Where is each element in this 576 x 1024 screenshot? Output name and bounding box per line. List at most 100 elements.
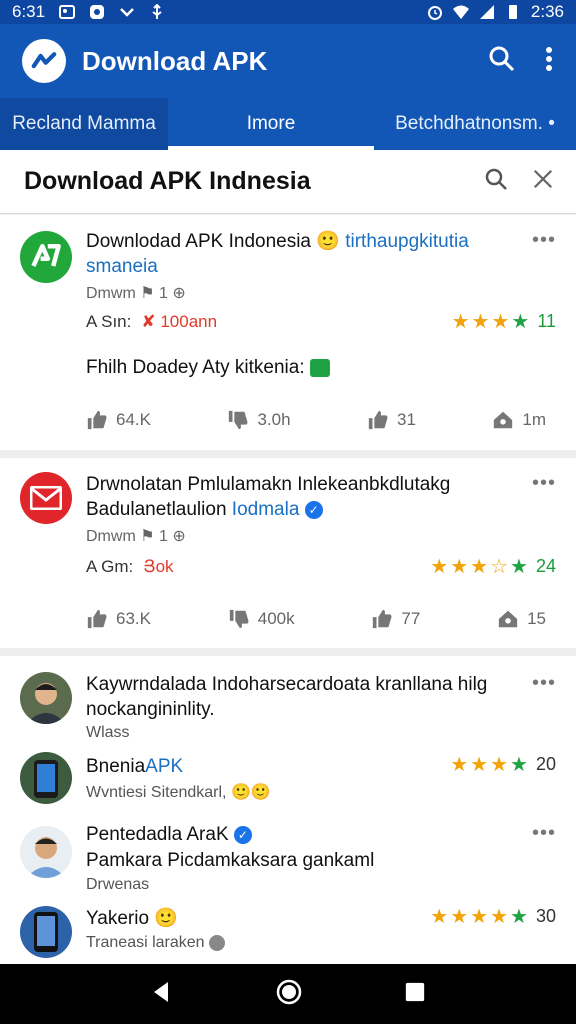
star-icon: ★ bbox=[491, 310, 510, 333]
list-item-subtitle: Traneasi laraken bbox=[86, 934, 226, 952]
list-item[interactable]: Pentedadla AraK ✓ ••• Pamkara Picdamkaks… bbox=[0, 822, 576, 902]
save-count: 15 bbox=[527, 609, 546, 628]
star-icon: ★ bbox=[450, 905, 469, 928]
more-options-icon[interactable]: ••• bbox=[532, 822, 556, 845]
star-icon: ★ bbox=[471, 310, 490, 333]
post-label: A Gm: bbox=[86, 556, 134, 576]
star-icon: ★ bbox=[450, 753, 469, 776]
chevron-down-icon bbox=[119, 4, 135, 20]
list-item-title: Pentedadla AraK ✓ bbox=[86, 822, 526, 847]
system-nav-bar bbox=[0, 964, 576, 1024]
rating-stars: ★ ★ ★ ★ ★ 30 bbox=[430, 906, 556, 927]
list-item[interactable]: BneniaAPK ★ ★ ★ ★ 20 Wvntiesi Sitendkarl… bbox=[0, 752, 576, 822]
post-title-text: Drwnolatan Pmlulamakn Inlekeanbkdlutakg bbox=[86, 474, 451, 495]
dislike-button[interactable]: 3.0h bbox=[227, 409, 291, 431]
rating: ★ ★ ★ ★ 20 bbox=[450, 754, 556, 775]
dislike-button[interactable]: 400k bbox=[228, 608, 295, 630]
star-icon: ★ bbox=[450, 555, 469, 578]
post-title-link[interactable]: Iodmala bbox=[232, 499, 300, 520]
thumbs-up-icon bbox=[373, 609, 392, 629]
search-icon[interactable] bbox=[484, 167, 508, 196]
more-options-icon[interactable]: ••• bbox=[532, 229, 556, 252]
close-icon[interactable] bbox=[532, 168, 554, 195]
tab-recland[interactable]: Recland Mamma bbox=[0, 98, 168, 150]
tab-betch[interactable]: Betchdhatnonsm. • bbox=[374, 98, 576, 150]
save-button[interactable]: 15 bbox=[497, 608, 546, 630]
badge-icon bbox=[309, 358, 330, 377]
list-item-subtitle: Drwenas bbox=[86, 876, 150, 893]
star-half-icon: ☆ bbox=[490, 555, 509, 578]
post-badge: ✘ 100ann bbox=[141, 311, 218, 331]
share-count: 77 bbox=[401, 609, 421, 628]
list-item[interactable]: Kaywrndalada Indoharsecardoata kranllana… bbox=[0, 672, 576, 752]
save-count: 1m bbox=[522, 410, 546, 429]
rating: ★ ★ ★ ☆ ★ 24 bbox=[430, 556, 556, 577]
home-icon[interactable] bbox=[275, 978, 303, 1011]
recents-icon[interactable] bbox=[404, 981, 426, 1008]
post-stats-row: A Gm: Յok ★ ★ ★ ☆ ★ 24 bbox=[86, 556, 556, 577]
list-item-subtitle-text: Wvntiesi Sitendkarl, bbox=[86, 784, 227, 801]
post-description: Fhilh Doadey Aty kitkenia: bbox=[86, 357, 330, 379]
smile-emoji-icon: 🙂 bbox=[316, 231, 340, 252]
more-options-icon[interactable]: ••• bbox=[532, 472, 556, 495]
list-item[interactable]: Yakerio 🙂 ★ ★ ★ ★ ★ 30 Traneasi laraken bbox=[0, 906, 576, 964]
star-icon: ★ bbox=[430, 905, 449, 928]
star-icon: ★ bbox=[470, 555, 489, 578]
app-logo-icon[interactable] bbox=[22, 39, 66, 83]
post-title-text: Downlodad APK Indonesia bbox=[86, 231, 311, 252]
post-actions: 63.K 400k 77 15 bbox=[86, 608, 546, 630]
star-icon: ★ bbox=[510, 753, 528, 776]
post-card[interactable]: Downlodad APK Indonesia 🙂 tirthaupgkitut… bbox=[0, 215, 576, 458]
wifi-icon bbox=[452, 4, 469, 20]
rating-count: 24 bbox=[535, 556, 556, 576]
list-item-title: Kaywrndalada Indoharsecardoata kranllana… bbox=[86, 674, 488, 720]
search-header: Download APK Indnesia bbox=[0, 150, 576, 214]
post-title-text: Badulanetlaulion bbox=[86, 499, 227, 520]
verified-icon: ✓ bbox=[304, 500, 323, 519]
post-meta: Dmwm ⚑ 1 ⊕ bbox=[86, 528, 186, 545]
app-title: Download APK bbox=[82, 45, 268, 76]
tab-bar: Recland Mamma Imore Betchdhatnonsm. • bbox=[0, 98, 576, 150]
like-button[interactable]: 64.K bbox=[86, 409, 151, 431]
share-button[interactable]: 31 bbox=[367, 409, 416, 431]
list-item-body: Pamkara Picdamkaksara gankaml bbox=[86, 850, 375, 871]
list-item-title-link[interactable]: APK bbox=[145, 756, 183, 777]
share-button[interactable]: 77 bbox=[371, 608, 420, 630]
star-icon: ★ bbox=[451, 310, 470, 333]
tab-imore[interactable]: Imore bbox=[168, 98, 374, 150]
thumbs-up-icon bbox=[87, 609, 107, 629]
image-notification-icon bbox=[59, 4, 76, 20]
star-icon: ★ bbox=[470, 905, 489, 928]
thumbs-up-icon bbox=[87, 410, 107, 430]
smile-emoji-icon: 🙂 bbox=[154, 908, 178, 929]
overflow-menu-icon[interactable] bbox=[544, 45, 554, 78]
apk-logo-icon bbox=[20, 231, 72, 283]
avatar[interactable] bbox=[20, 906, 72, 958]
mail-icon bbox=[20, 472, 72, 524]
star-icon: ★ bbox=[510, 555, 528, 578]
avatar[interactable] bbox=[20, 826, 72, 878]
post-description-text: Fhilh Doadey Aty kitkenia: bbox=[86, 357, 305, 378]
like-count: 64.K bbox=[116, 410, 151, 429]
list-item-title-text: Pentedadla AraK bbox=[86, 824, 229, 845]
save-button[interactable]: 1m bbox=[492, 409, 546, 431]
search-icon[interactable] bbox=[488, 45, 516, 78]
back-icon[interactable] bbox=[150, 980, 174, 1009]
avatar[interactable] bbox=[20, 672, 72, 724]
clock-right: 2:36 bbox=[530, 2, 564, 21]
post-actions: 64.K 3.0h 31 1m bbox=[86, 409, 546, 431]
clock: 6:31 bbox=[12, 2, 46, 21]
avatar[interactable] bbox=[20, 752, 72, 804]
dislike-count: 3.0h bbox=[257, 410, 291, 429]
more-options-icon[interactable]: ••• bbox=[532, 672, 556, 695]
comment-list: Kaywrndalada Indoharsecardoata kranllana… bbox=[0, 656, 576, 964]
app-notification-icon bbox=[89, 4, 105, 20]
like-count: 63.K bbox=[116, 609, 151, 628]
page-title: Download APK Indnesia bbox=[24, 167, 311, 195]
like-button[interactable]: 63.K bbox=[86, 608, 151, 630]
list-item-title-text: Yakerio bbox=[86, 908, 150, 929]
post-card[interactable]: Drwnolatan Pmlulamakn Inlekeanbkdlutakg … bbox=[0, 458, 576, 656]
usb-icon bbox=[149, 3, 165, 20]
post-title: Downlodad APK Indonesia 🙂 tirthaupgkitut… bbox=[86, 229, 516, 279]
post-label: A Sın: bbox=[86, 311, 132, 331]
